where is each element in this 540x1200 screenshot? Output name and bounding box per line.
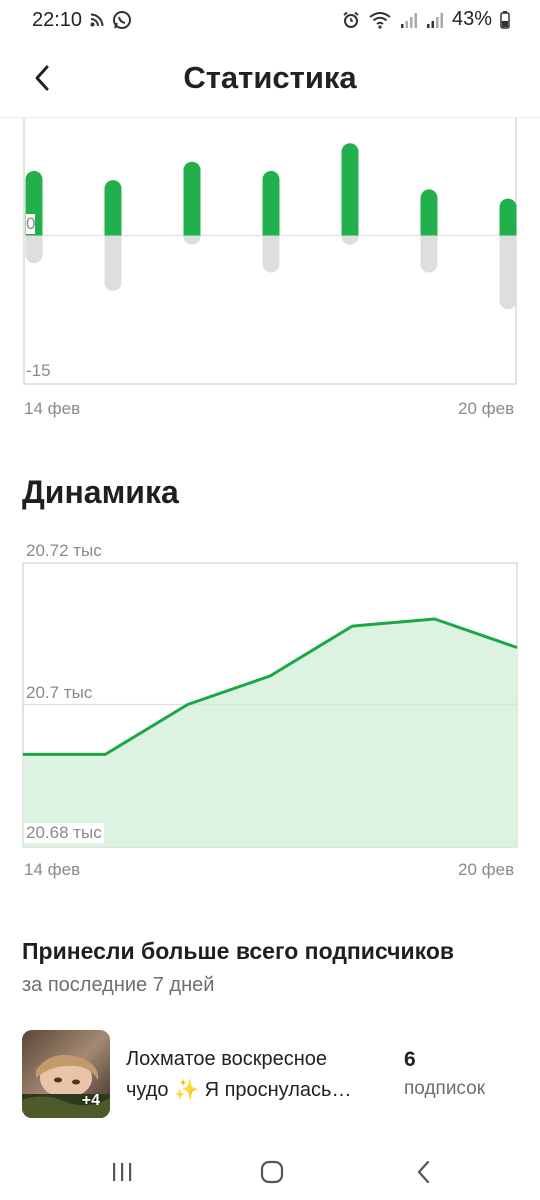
top-subscribers-title: Принесли больше всего подписчиков — [22, 938, 455, 964]
bar-positive — [104, 180, 122, 236]
bar-x-label-start: 14 фев — [24, 399, 81, 418]
status-right: 43% — [342, 8, 510, 31]
bar-chart: 0 -15 — [22, 118, 518, 386]
post-thumbnail: +4 — [22, 1030, 110, 1118]
bar-positive — [183, 161, 201, 236]
battery-icon — [500, 10, 510, 29]
bar-positive-base — [420, 227, 438, 236]
home-button[interactable] — [252, 1152, 292, 1192]
dynamics-chart — [22, 562, 518, 848]
dynamics-chart-svg — [22, 562, 518, 848]
battery-percent: 43% — [451, 8, 492, 30]
post-subscriber-count-label: подписок — [404, 1078, 486, 1099]
dynamics-area-fill — [23, 619, 517, 847]
wifi-icon — [369, 11, 391, 29]
system-nav-bar — [0, 1140, 540, 1200]
status-time: 22:10 — [32, 9, 83, 31]
signal-icon — [426, 12, 443, 28]
post-title: Лохматое воскресное чудо ✨ Я проснулась… — [126, 1044, 388, 1106]
rss-icon — [90, 13, 104, 27]
status-left-icons — [90, 10, 132, 30]
post-title-line1: Лохматое воскресное — [126, 1048, 328, 1070]
bar-positive-base — [262, 227, 280, 236]
post-subscriber-count: 6 — [404, 1048, 416, 1071]
dynamics-title: Динамика — [22, 474, 179, 510]
dynamics-y-label-top: 20.72 тыс — [26, 541, 106, 561]
bar-y-label-zero: 0 — [26, 213, 36, 234]
recent-apps-icon — [113, 1163, 132, 1181]
alarm-icon — [343, 11, 359, 28]
dynamics-y-label-mid: 20.7 тыс — [26, 683, 93, 702]
recent-apps-button[interactable] — [102, 1152, 142, 1192]
bar-positive — [341, 143, 359, 236]
home-icon — [260, 1160, 284, 1184]
status-bar: 22:10 43% — [0, 0, 540, 40]
bar-positive — [262, 170, 280, 236]
top-subscribers-subtitle: за последние 7 дней — [22, 974, 215, 996]
system-back-button[interactable] — [404, 1152, 444, 1192]
bar-negative — [499, 227, 517, 310]
bar-y-label-min: -15 — [26, 361, 51, 381]
dynamics-y-label-bottom: 20.68 тыс — [24, 823, 104, 843]
signal-icon — [400, 12, 417, 28]
page-title: Статистика — [183, 60, 357, 95]
bar-negative — [104, 227, 122, 291]
bar-x-label-end: 20 фев — [458, 399, 515, 418]
whatsapp-icon — [113, 11, 131, 29]
dynamics-x-label-start: 14 фев — [24, 860, 81, 879]
bar-positive-base — [341, 227, 359, 236]
back-icon — [417, 1160, 430, 1184]
post-title-line2: чудо ✨ Я проснулась… — [126, 1079, 352, 1101]
bar-positive-base — [104, 227, 122, 236]
post-item[interactable]: +4 Лохматое воскресное чудо ✨ Я проснула… — [22, 1030, 522, 1120]
bar-chart-svg — [23, 118, 517, 385]
bar-positive-base — [183, 227, 201, 236]
app-header: Статистика — [0, 40, 540, 118]
dynamics-x-label-end: 20 фев — [458, 860, 515, 879]
bar-positive-base — [499, 227, 517, 236]
post-thumbnail-badge: +4 — [81, 1092, 100, 1109]
